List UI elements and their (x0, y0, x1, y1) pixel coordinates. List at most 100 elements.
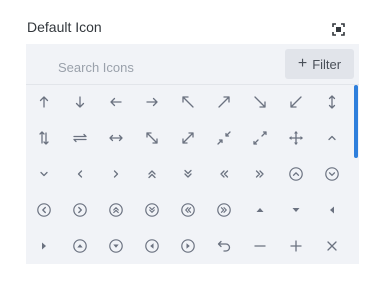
chevron-left-icon (77, 170, 83, 178)
chevron-up-icon (328, 135, 336, 141)
double-chevron-left-icon (220, 170, 229, 178)
arrow-left-icon (110, 97, 122, 107)
circle-chevron-left-icon (37, 203, 51, 217)
undo-icon (217, 240, 231, 252)
filter-button[interactable]: + Filter (285, 49, 354, 79)
arrow-up-icon (39, 96, 49, 108)
circle-caret-left-icon (145, 239, 159, 253)
icon-option[interactable] (170, 192, 206, 228)
icon-option[interactable] (278, 156, 314, 192)
icon-option[interactable] (98, 84, 134, 120)
filter-label: Filter (312, 56, 342, 72)
icon-option[interactable] (278, 120, 314, 156)
minus-icon (254, 245, 266, 247)
icon-option[interactable] (26, 228, 62, 264)
circle-chevron-down-icon (325, 167, 339, 181)
icon-option[interactable] (314, 192, 350, 228)
icon-option[interactable] (278, 84, 314, 120)
icon-option[interactable] (26, 156, 62, 192)
icon-option[interactable] (62, 156, 98, 192)
icon-picker-panel: + Filter (26, 44, 359, 264)
arrows-vertical-icon (39, 131, 49, 145)
double-chevron-down-icon (184, 169, 192, 178)
icon-option[interactable] (242, 120, 278, 156)
icon-option[interactable] (314, 84, 350, 120)
icon-option[interactable] (134, 156, 170, 192)
icon-option[interactable] (278, 192, 314, 228)
arrow-up-down-icon (328, 95, 336, 109)
icon-option[interactable] (98, 120, 134, 156)
chevron-down-icon (40, 171, 48, 177)
expand-diagonal-icon (146, 132, 158, 144)
icon-option[interactable] (242, 156, 278, 192)
arrow-right-icon (146, 97, 158, 107)
icon-option[interactable] (62, 120, 98, 156)
caret-left-icon (330, 206, 334, 214)
icon-option[interactable] (278, 228, 314, 264)
caret-down-icon (292, 208, 300, 212)
icon-option[interactable] (62, 192, 98, 228)
icon-option[interactable] (134, 228, 170, 264)
circle-double-chevron-up-icon (109, 203, 123, 217)
circle-double-chevron-down-icon (145, 203, 159, 217)
icon-option[interactable] (206, 228, 242, 264)
caret-up-icon (256, 208, 264, 212)
caret-right-icon (42, 242, 46, 250)
icon-option[interactable] (170, 84, 206, 120)
expand-icon (253, 131, 267, 145)
arrow-up-right-icon (218, 96, 230, 108)
icon-option[interactable] (206, 192, 242, 228)
scrollbar-thumb[interactable] (354, 85, 358, 158)
arrows-swap-horizontal-icon (73, 133, 87, 143)
icon-option[interactable] (98, 192, 134, 228)
icon-option[interactable] (314, 228, 350, 264)
circle-caret-down-icon (109, 239, 123, 253)
search-input[interactable] (56, 56, 260, 78)
icon-option[interactable] (314, 156, 350, 192)
icon-option[interactable] (98, 156, 134, 192)
icon-option[interactable] (242, 192, 278, 228)
chevron-right-icon (113, 170, 119, 178)
circle-chevron-up-icon (289, 167, 303, 181)
double-chevron-right-icon (255, 170, 264, 178)
circle-double-chevron-left-icon (181, 203, 195, 217)
arrow-down-icon (75, 96, 85, 108)
arrow-up-left-icon (182, 96, 194, 108)
icon-option[interactable] (170, 120, 206, 156)
arrow-down-right-icon (254, 96, 266, 108)
field-title: Default Icon (27, 19, 102, 35)
circle-caret-right-icon (181, 239, 195, 253)
icon-option[interactable] (242, 228, 278, 264)
circle-chevron-right-icon (73, 203, 87, 217)
arrow-down-left-icon (290, 96, 302, 108)
icon-grid (26, 84, 350, 264)
icon-option[interactable] (206, 84, 242, 120)
icon-option[interactable] (26, 84, 62, 120)
circle-caret-up-icon (73, 239, 87, 253)
icon-option[interactable] (170, 156, 206, 192)
icon-option[interactable] (26, 192, 62, 228)
focus-button[interactable] (332, 23, 345, 36)
arrow-left-right-icon (109, 134, 123, 142)
circle-double-chevron-right-icon (217, 203, 231, 217)
collapse-icon (217, 131, 231, 145)
close-icon (327, 241, 337, 251)
icon-option[interactable] (62, 228, 98, 264)
icon-option[interactable] (314, 120, 350, 156)
focus-icon (332, 23, 345, 36)
icon-option[interactable] (206, 156, 242, 192)
move-icon (289, 131, 303, 145)
expand-diagonal-2-icon (182, 132, 194, 144)
icon-option[interactable] (206, 120, 242, 156)
double-chevron-up-icon (148, 170, 156, 179)
icon-option[interactable] (242, 84, 278, 120)
icon-option[interactable] (170, 228, 206, 264)
icon-option[interactable] (134, 120, 170, 156)
icon-option[interactable] (134, 84, 170, 120)
icon-option[interactable] (26, 120, 62, 156)
icon-option[interactable] (62, 84, 98, 120)
icon-option[interactable] (98, 228, 134, 264)
plus-icon (290, 240, 302, 252)
icon-option[interactable] (134, 192, 170, 228)
plus-icon: + (297, 55, 308, 72)
